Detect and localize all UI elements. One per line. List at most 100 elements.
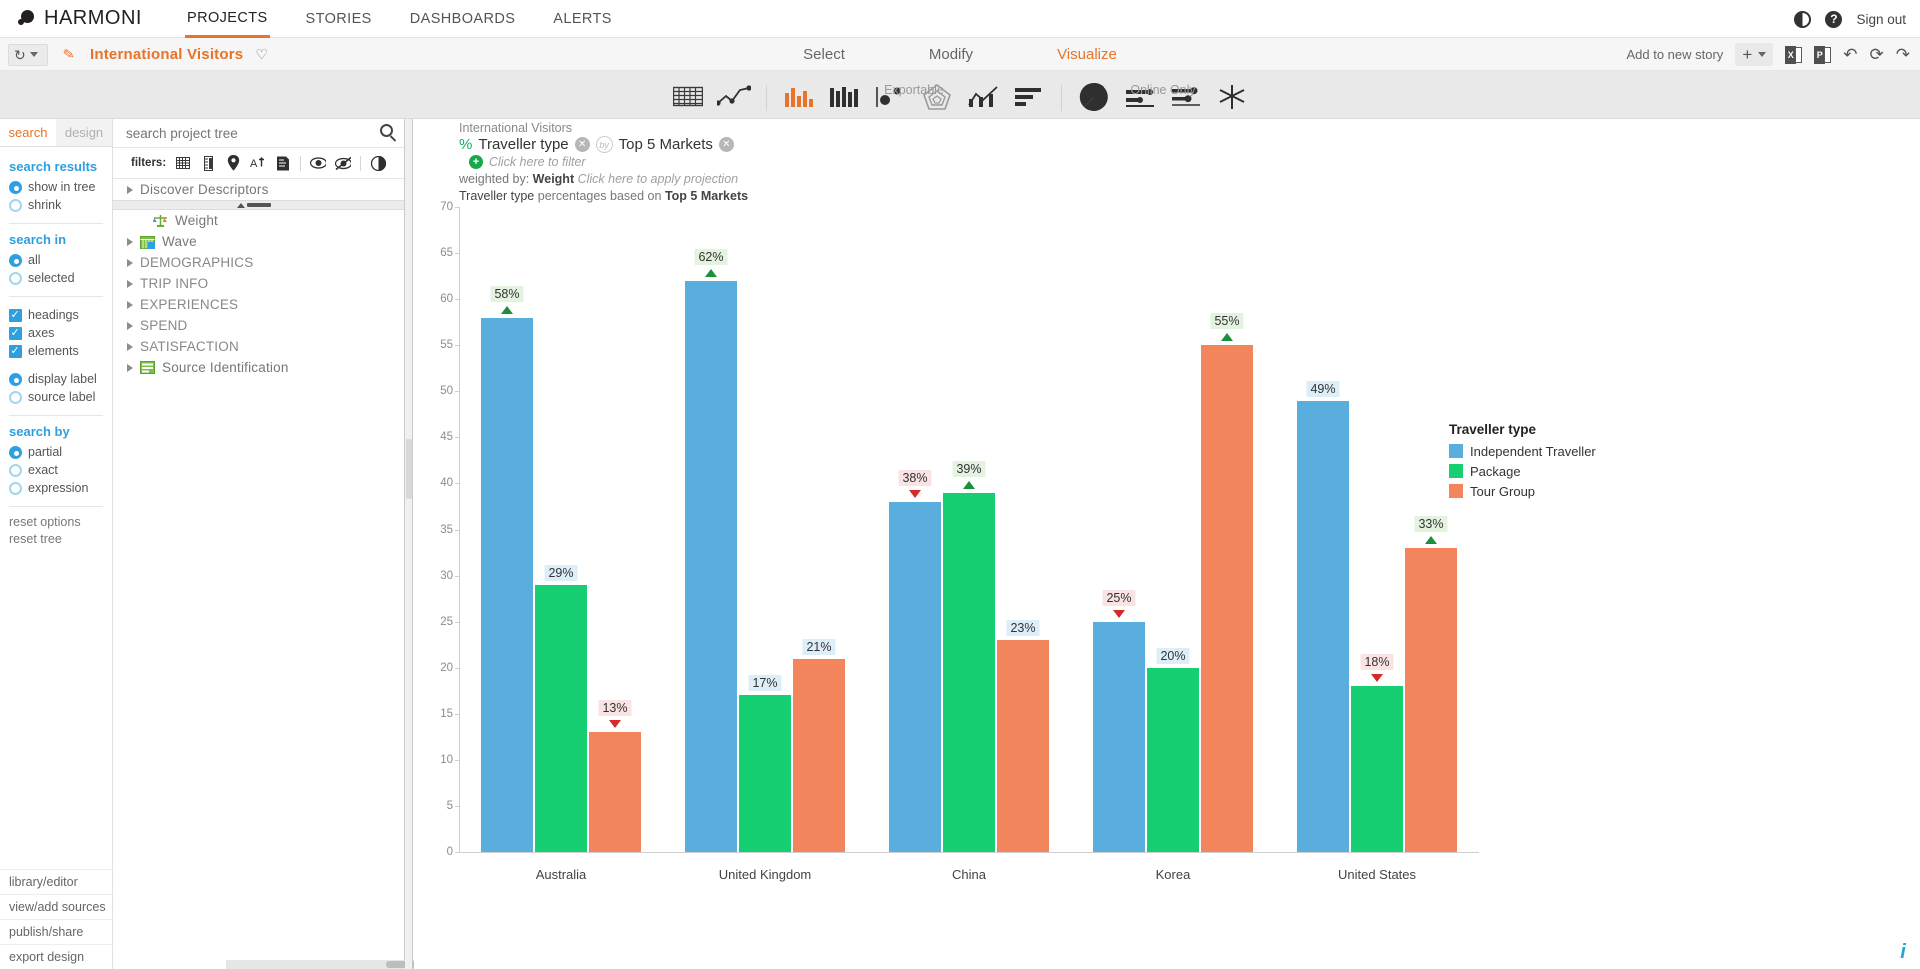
option-expression[interactable]: expression: [9, 480, 103, 496]
radio-button[interactable]: [9, 253, 22, 267]
legend-item[interactable]: Tour Group: [1449, 481, 1596, 501]
radio-button[interactable]: [9, 198, 22, 212]
reset-link-reset-tree[interactable]: reset tree: [9, 532, 103, 546]
bar[interactable]: 38%: [889, 469, 941, 852]
workflow-step-modify[interactable]: Modify: [929, 46, 973, 63]
bar[interactable]: 55%: [1201, 313, 1253, 852]
bar[interactable]: 20%: [1147, 647, 1199, 852]
excel-export-icon[interactable]: X: [1785, 45, 1803, 64]
radio-button[interactable]: [9, 481, 22, 495]
bar[interactable]: 23%: [997, 620, 1049, 852]
bottom-menu-export-design[interactable]: export design: [0, 944, 113, 969]
filter-hint[interactable]: Click here to filter: [489, 155, 586, 169]
bar[interactable]: 18%: [1351, 654, 1403, 852]
nav-item-projects[interactable]: PROJECTS: [185, 0, 270, 38]
remove-row-dimension-icon[interactable]: ✕: [574, 137, 590, 152]
ruler-filter-icon[interactable]: [200, 155, 216, 172]
tree-item-spend[interactable]: SPEND: [113, 315, 404, 336]
bar[interactable]: 58%: [481, 285, 533, 852]
projection-hint[interactable]: Click here to apply projection: [578, 172, 739, 186]
radio-button[interactable]: [9, 445, 22, 459]
bar[interactable]: 62%: [685, 248, 737, 852]
bottom-menu-publish-share[interactable]: publish/share: [0, 919, 113, 944]
option-show-in-tree[interactable]: show in tree: [9, 179, 103, 195]
option-headings[interactable]: headings: [9, 307, 103, 323]
share-icon[interactable]: ↷: [1896, 46, 1910, 63]
grid-filter-icon[interactable]: [175, 155, 191, 172]
tree-item-experiences[interactable]: EXPERIENCES: [113, 294, 404, 315]
search-icon[interactable]: [380, 124, 398, 142]
sign-out-button[interactable]: Sign out: [1856, 12, 1906, 27]
tree-item-trip-info[interactable]: TRIP INFO: [113, 273, 404, 294]
powerpoint-export-icon[interactable]: P: [1814, 45, 1832, 64]
nav-item-stories[interactable]: STORIES: [304, 0, 374, 38]
bottom-menu-library-editor[interactable]: library/editor: [0, 869, 113, 894]
option-partial[interactable]: partial: [9, 444, 103, 460]
tree-item-satisfaction[interactable]: SATISFACTION: [113, 336, 404, 357]
weighted-by-value[interactable]: Weight: [533, 172, 574, 186]
contrast-icon[interactable]: [1794, 10, 1812, 28]
tree-section-divider[interactable]: [113, 200, 404, 210]
tree-item-demographics[interactable]: DEMOGRAPHICS: [113, 252, 404, 273]
panel-tab-search[interactable]: search: [0, 119, 56, 146]
option-axes[interactable]: axes: [9, 325, 103, 341]
bar[interactable]: 49%: [1297, 380, 1349, 852]
remove-column-dimension-icon[interactable]: ✕: [718, 137, 734, 152]
chevron-right-icon[interactable]: [127, 185, 133, 194]
radio-button[interactable]: [9, 180, 22, 194]
option-elements[interactable]: elements: [9, 343, 103, 359]
filter-row[interactable]: + Click here to filter: [469, 155, 748, 169]
bar[interactable]: 25%: [1093, 589, 1145, 852]
nav-item-alerts[interactable]: ALERTS: [551, 0, 614, 38]
chevron-right-icon[interactable]: [127, 300, 133, 309]
table-chart-icon[interactable]: [668, 80, 708, 114]
pin-filter-icon[interactable]: [225, 155, 241, 172]
column-dimension-label[interactable]: Top 5 Markets: [619, 136, 713, 153]
bar[interactable]: 29%: [535, 564, 587, 852]
radio-button[interactable]: [9, 372, 22, 386]
option-source-label[interactable]: source label: [9, 389, 103, 405]
chevron-right-icon[interactable]: [127, 237, 133, 246]
add-to-new-story-button[interactable]: Add to new story: [1626, 47, 1723, 62]
nav-item-dashboards[interactable]: DASHBOARDS: [408, 0, 518, 38]
option-selected[interactable]: selected: [9, 270, 103, 286]
legend-item[interactable]: Independent Traveller: [1449, 441, 1596, 461]
chevron-right-icon[interactable]: [127, 258, 133, 267]
text-filter-icon[interactable]: A: [250, 155, 266, 172]
option-all[interactable]: all: [9, 252, 103, 268]
help-icon[interactable]: ?: [1825, 10, 1843, 28]
tree-item-discover-descriptors[interactable]: Discover Descriptors: [113, 179, 404, 200]
checkbox[interactable]: [9, 308, 22, 322]
chevron-right-icon[interactable]: [127, 363, 133, 372]
radio-button[interactable]: [9, 463, 22, 477]
contrast-filter-icon[interactable]: [370, 155, 386, 172]
info-icon[interactable]: i: [1894, 941, 1912, 963]
checkbox[interactable]: [9, 344, 22, 358]
option-exact[interactable]: exact: [9, 462, 103, 478]
visible-filter-icon[interactable]: [310, 155, 327, 172]
bottom-menu-view-add-sources[interactable]: view/add sources: [0, 894, 113, 919]
workflow-step-select[interactable]: Select: [803, 46, 845, 63]
chevron-right-icon[interactable]: [127, 342, 133, 351]
workflow-step-visualize[interactable]: Visualize: [1057, 46, 1117, 63]
chevron-right-icon[interactable]: [127, 321, 133, 330]
refresh-icon[interactable]: ⟳: [1870, 46, 1884, 63]
reset-link-reset-options[interactable]: reset options: [9, 515, 103, 529]
row-dimension-label[interactable]: Traveller type: [478, 136, 568, 153]
bar[interactable]: 21%: [793, 638, 845, 852]
option-display-label[interactable]: display label: [9, 371, 103, 387]
add-filter-icon[interactable]: +: [469, 155, 483, 169]
tree-item-source-identification[interactable]: Source Identification: [113, 357, 404, 378]
tree-item-weight[interactable]: Weight: [113, 210, 404, 231]
panel-splitter[interactable]: [405, 119, 413, 969]
add-button[interactable]: +: [1735, 43, 1774, 66]
legend-item[interactable]: Package: [1449, 461, 1596, 481]
search-input[interactable]: [124, 124, 380, 142]
line-chart-icon[interactable]: [714, 80, 754, 114]
note-filter-icon[interactable]: [275, 155, 291, 172]
option-shrink[interactable]: shrink: [9, 197, 103, 213]
bar[interactable]: 17%: [739, 675, 791, 852]
panel-tab-design[interactable]: design: [56, 119, 112, 146]
bar[interactable]: 13%: [589, 700, 641, 852]
undo-icon[interactable]: ↶: [1843, 46, 1857, 63]
